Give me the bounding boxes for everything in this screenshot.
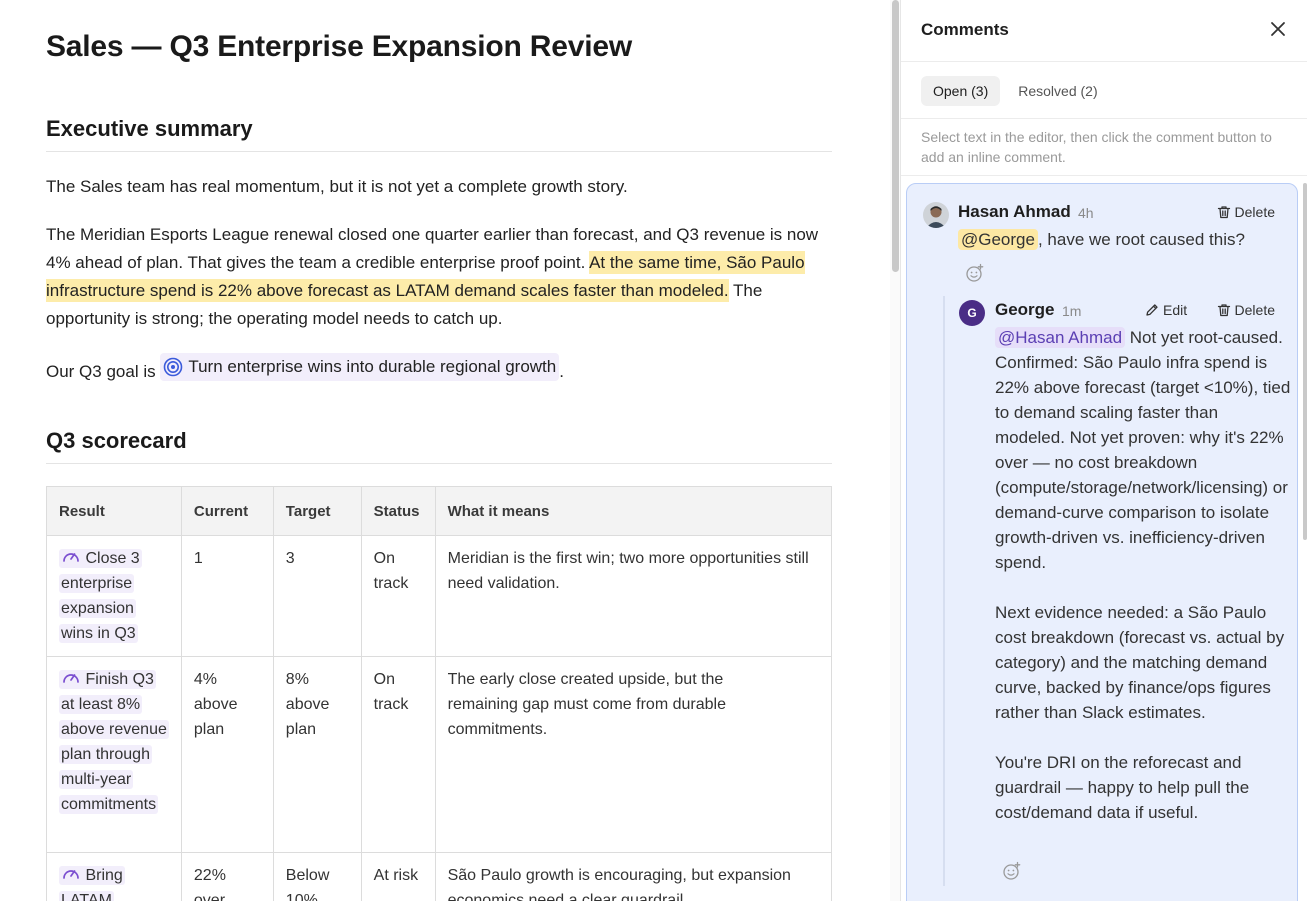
summary-paragraph-1[interactable]: The Sales team has real momentum, but it… (46, 173, 832, 201)
document-editor[interactable]: Sales — Q3 Enterprise Expansion Review E… (0, 0, 890, 901)
goal-prefix: Our Q3 goal is (46, 362, 161, 381)
panel-scrollbar[interactable] (1303, 183, 1307, 540)
table-header-row: Result Current Target Status What it mea… (46, 486, 833, 536)
trash-icon (1217, 206, 1230, 219)
reply-paragraph-3: You're DRI on the reforecast and guardra… (995, 753, 1250, 822)
hint-divider (901, 175, 1307, 176)
goal-label: Turn enterprise wins into durable region… (188, 357, 557, 376)
tabs-divider (901, 118, 1307, 119)
comment-hint: Select text in the editor, then click th… (921, 129, 1272, 165)
tab-open[interactable]: Open (3) (921, 76, 1001, 106)
table-cell-status[interactable]: At risk (360, 852, 436, 901)
table-cell-current[interactable]: 22% over (180, 852, 274, 901)
delete-comment-button[interactable]: Delete (1217, 204, 1275, 220)
reply-paragraph-2: Next evidence needed: a São Paulo cost b… (995, 603, 1285, 722)
table-cell-result[interactable]: Bring LATAM (46, 852, 182, 901)
section-heading-executive-summary[interactable]: Executive summary (46, 116, 832, 152)
table-cell-target[interactable]: 8% above plan (272, 656, 362, 853)
mention-george[interactable]: @George (958, 229, 1038, 250)
avatar: G (959, 300, 985, 326)
reply-body: @Hasan Ahmad Not yet root-caused. Confir… (995, 325, 1291, 825)
table-row: Close 3 enterprise expansion wins in Q3 … (46, 535, 833, 657)
close-icon[interactable] (1267, 18, 1289, 40)
section-heading-scorecard[interactable]: Q3 scorecard (46, 428, 832, 464)
goal-paragraph[interactable]: Our Q3 goal is Turn enterprise wins into… (46, 353, 832, 386)
editor-scrollbar[interactable] (890, 0, 900, 901)
comment-tabs: Open (3) Resolved (2) (921, 76, 1110, 106)
column-header-status[interactable]: Status (360, 486, 436, 536)
comment-thread[interactable]: Hasan Ahmad 4h Delete @George, have we r… (906, 183, 1298, 901)
gauge-icon (63, 674, 79, 683)
key-result-chip[interactable]: Finish Q3 at least 8% above revenue plan… (59, 670, 169, 814)
comments-title: Comments (921, 20, 1009, 39)
edit-reply-button[interactable]: Edit (1145, 302, 1187, 318)
table-cell-status[interactable]: On track (360, 656, 436, 853)
editor-scroll-thumb[interactable] (892, 0, 899, 272)
gauge-icon (63, 870, 79, 879)
table-row: Finish Q3 at least 8% above revenue plan… (46, 656, 833, 853)
pencil-icon (1146, 304, 1158, 316)
trash-icon (1217, 304, 1230, 317)
comment-body: @George, have we root caused this? (958, 227, 1288, 252)
comments-panel: Comments Open (3) Resolved (2) Select te… (901, 0, 1307, 901)
gauge-icon (63, 553, 79, 562)
comment-time: 4h (1078, 205, 1094, 221)
comments-header: Comments (901, 0, 1307, 62)
table-cell-meaning[interactable]: Meridian is the first win; two more oppo… (434, 535, 833, 657)
reply-time: 1m (1062, 303, 1082, 319)
key-result-chip[interactable]: Close 3 enterprise expansion wins in Q3 (59, 549, 142, 643)
column-header-meaning[interactable]: What it means (434, 486, 833, 536)
delete-reply-button[interactable]: Delete (1217, 302, 1275, 318)
table-cell-meaning[interactable]: São Paulo growth is encouraging, but exp… (434, 852, 833, 901)
key-result-chip[interactable]: Bring LATAM (59, 866, 125, 901)
comment-author: Hasan Ahmad (958, 202, 1071, 221)
add-reaction-icon[interactable] (1002, 861, 1022, 881)
table-cell-result[interactable]: Close 3 enterprise expansion wins in Q3 (46, 535, 182, 657)
table-cell-status[interactable]: On track (360, 535, 436, 657)
column-header-target[interactable]: Target (272, 486, 362, 536)
reply-thread-line (943, 296, 945, 886)
reply-author: George (995, 300, 1055, 319)
table-cell-meaning[interactable]: The early close created upside, but the … (434, 656, 833, 853)
page-title[interactable]: Sales — Q3 Enterprise Expansion Review (46, 30, 632, 64)
goal-chip[interactable]: Turn enterprise wins into durable region… (160, 353, 560, 381)
table-cell-current[interactable]: 4% above plan (180, 656, 274, 853)
table-cell-result[interactable]: Finish Q3 at least 8% above revenue plan… (46, 656, 182, 853)
table-cell-target[interactable]: Below 10% (272, 852, 362, 901)
goal-suffix: . (559, 362, 564, 381)
target-icon (164, 357, 183, 377)
table-cell-target[interactable]: 3 (272, 535, 362, 657)
avatar (923, 202, 949, 228)
table-cell-current[interactable]: 1 (180, 535, 274, 657)
mention-hasan[interactable]: @Hasan Ahmad (995, 327, 1126, 348)
tab-resolved[interactable]: Resolved (2) (1006, 76, 1109, 106)
user-photo-icon (923, 202, 949, 228)
column-header-current[interactable]: Current (180, 486, 274, 536)
scorecard-table: Result Current Target Status What it mea… (46, 486, 833, 901)
reply-paragraph-1: @Hasan Ahmad Not yet root-caused. Confir… (995, 327, 1291, 572)
summary-paragraph-2[interactable]: The Meridian Esports League renewal clos… (46, 221, 832, 333)
add-reaction-icon[interactable] (965, 263, 985, 283)
column-header-result[interactable]: Result (46, 486, 182, 536)
table-row: Bring LATAM 22% over Below 10% At risk S… (46, 852, 833, 901)
